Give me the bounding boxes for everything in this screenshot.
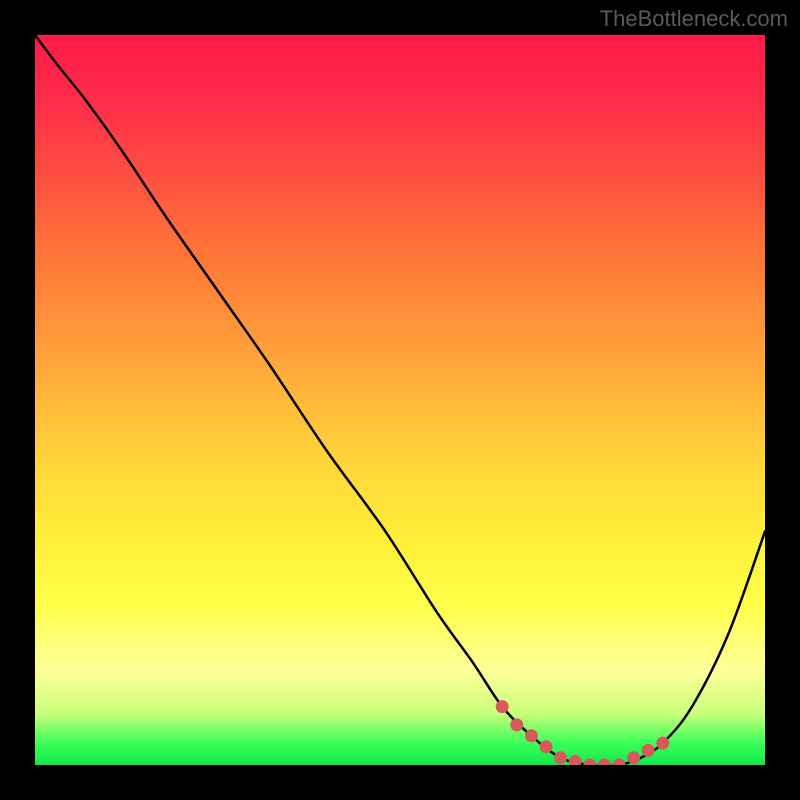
highlight-dot [642,744,655,757]
highlight-dot [613,759,626,766]
highlight-dot [656,737,669,750]
chart-plot-area [35,35,765,765]
bottleneck-floor-dots [35,35,765,765]
highlight-dot [540,740,553,753]
highlight-dot [569,755,582,765]
watermark-text: TheBottleneck.com [600,6,788,32]
highlight-dot [583,759,596,766]
highlight-dot [598,759,611,766]
bottleneck-curve-line [35,35,765,765]
highlight-dot [525,729,538,742]
highlight-dot [627,751,640,764]
highlight-dot [496,700,509,713]
highlight-dot [510,718,523,731]
highlight-dot [554,751,567,764]
